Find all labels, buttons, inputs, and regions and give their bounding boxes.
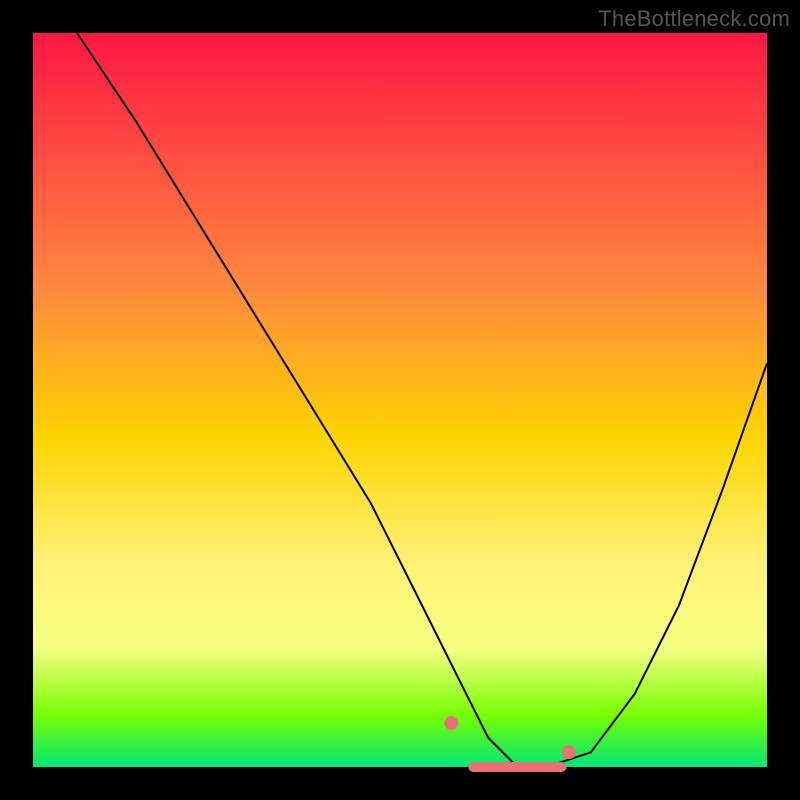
- flat-left-end: [444, 716, 458, 730]
- bottleneck-chart-svg: [0, 0, 800, 800]
- chart-frame: TheBottleneck.com: [0, 0, 800, 800]
- flat-right-end: [562, 745, 576, 759]
- plot-background: [33, 33, 767, 767]
